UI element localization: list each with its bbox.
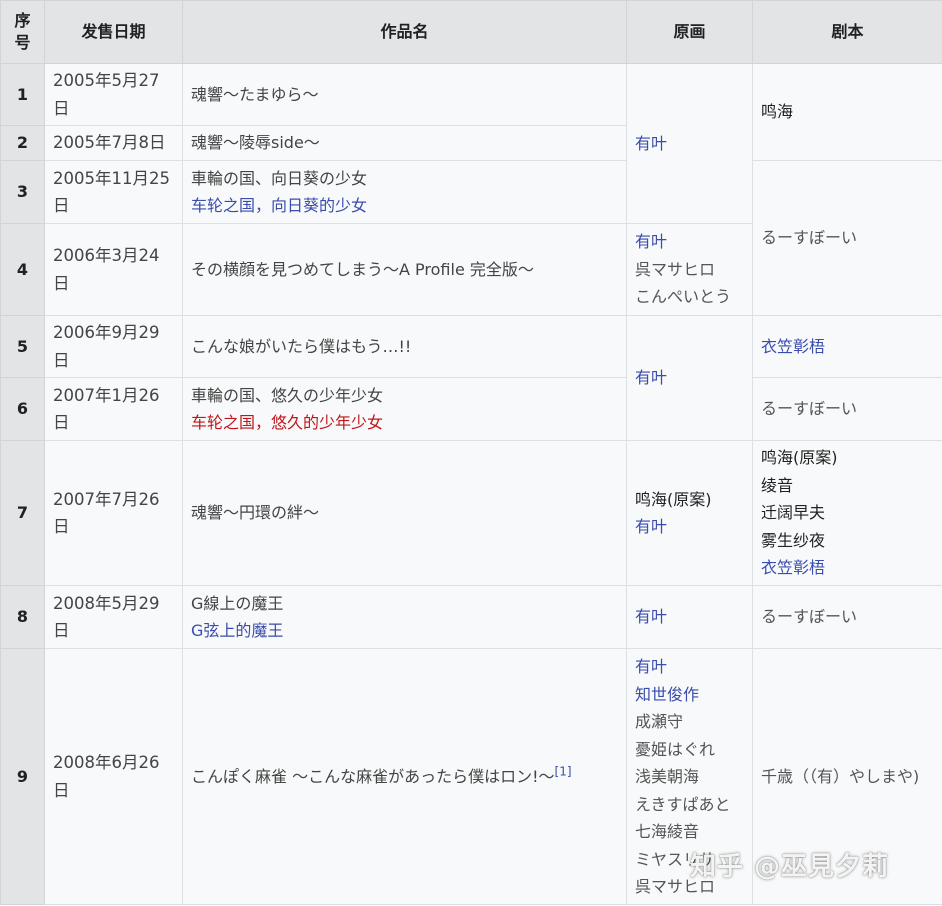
art-name: 浅美朝海 <box>635 767 700 786</box>
script-cell: 鸣海 <box>752 63 942 161</box>
work-title: その横顔を見つめてしまう～A Profile 完全版～ <box>182 223 627 316</box>
script-name: 千歳（（有）やしまや) <box>761 766 920 786</box>
row-index: 8 <box>0 585 45 649</box>
art-cell: 有叶 呉マサヒロ こんぺいとう <box>626 223 753 316</box>
work-title: こんな娘がいたら僕はもう…!! <box>182 315 627 378</box>
work-title: 魂響～円環の絆～ <box>182 440 627 586</box>
script-name: 鸣海 <box>761 102 794 122</box>
art-link[interactable]: 有叶 <box>635 228 744 256</box>
art-name: 呉マサヒロ <box>635 259 716 279</box>
art-link[interactable]: 有叶 <box>635 603 744 631</box>
work-title-cell: 車輪の国、悠久の少年少女 车轮之国，悠久的少年少女 <box>182 377 627 441</box>
work-title: 魂響～たまゆら～ <box>182 63 627 126</box>
watermark: 知乎 @巫見夕莉 <box>690 852 890 882</box>
table-row: 5 2006年9月29日 こんな娘がいたら僕はもう…!! 有叶 衣笠彰梧 <box>0 315 942 441</box>
release-date: 2007年7月26日 <box>44 440 183 586</box>
header-date[interactable]: 发售日期 <box>44 0 183 64</box>
art-name: 憂姫はぐれ <box>635 739 716 759</box>
art-link[interactable]: 知世俊作 <box>635 681 744 709</box>
script-name: 雾生纱夜 <box>761 530 826 550</box>
row-index: 1 <box>0 63 45 126</box>
work-title: 車輪の国、向日葵の少女 <box>191 168 368 188</box>
release-date: 2005年11月25日 <box>44 160 183 224</box>
header-script[interactable]: 剧本 <box>752 0 942 64</box>
header-art[interactable]: 原画 <box>626 0 753 64</box>
work-title-cn-link[interactable]: G弦上的魔王 <box>191 617 618 645</box>
art-cell: 鸣海(原案) 有叶 <box>626 440 753 586</box>
work-title: G線上の魔王 <box>191 593 284 613</box>
art-link[interactable]: 有叶 <box>635 653 744 681</box>
script-name: るーすぼーい <box>761 607 858 627</box>
header-index-line2: 号 <box>14 33 31 52</box>
row-index: 3 <box>0 160 45 224</box>
table-row: 6 2007年1月26日 車輪の国、悠久の少年少女 车轮之国，悠久的少年少女 る… <box>0 377 942 441</box>
art-cell: 有叶 <box>626 315 753 441</box>
script-cell: るーすぼーい <box>752 585 942 649</box>
header-title[interactable]: 作品名 <box>182 0 627 64</box>
release-date: 2005年7月8日 <box>44 125 183 161</box>
art-name: えきすぱあと <box>635 794 731 814</box>
table-row: 1 2005年5月27日 魂響～たまゆら～ 有叶 鸣海 <box>0 63 942 224</box>
script-cell: 衣笠彰梧 <box>752 315 942 378</box>
row-index: 2 <box>0 125 45 161</box>
release-date: 2006年3月24日 <box>44 223 183 316</box>
row-index: 5 <box>0 315 45 378</box>
work-title-cn-link[interactable]: 车轮之国，悠久的少年少女 <box>191 409 618 437</box>
art-link[interactable]: 有叶 <box>635 130 744 158</box>
art-name: 七海綾音 <box>635 822 700 841</box>
script-name: 鸣海(原案) <box>761 448 838 468</box>
script-name: るーすぼーい <box>761 399 858 419</box>
script-link[interactable]: 衣笠彰梧 <box>761 554 934 582</box>
script-name: るーすぼーい <box>761 228 858 248</box>
work-title: こんぽく麻雀 ～こんな麻雀があったら僕はロン!～ <box>191 766 555 786</box>
work-title-cell: 車輪の国、向日葵の少女 车轮之国，向日葵的少女 <box>182 160 627 224</box>
release-date: 2006年9月29日 <box>44 315 183 378</box>
script-name: 迁阔早夫 <box>761 503 826 523</box>
header-row: 序 号 发售日期 作品名 原画 剧本 <box>0 0 942 64</box>
work-title-cell: こんぽく麻雀 ～こんな麻雀があったら僕はロン!～[1] <box>182 648 627 905</box>
script-name: 绫音 <box>761 475 794 495</box>
art-cell: 有叶 <box>626 63 753 224</box>
header-index-line1: 序 <box>14 11 31 30</box>
release-date: 2008年6月26日 <box>44 648 183 905</box>
release-date: 2008年5月29日 <box>44 585 183 649</box>
art-name: 成瀬守 <box>635 712 684 731</box>
citation-link[interactable]: [1] <box>555 764 572 778</box>
art-name: 鸣海(原案) <box>635 489 712 509</box>
row-index: 4 <box>0 223 45 316</box>
art-cell: 有叶 <box>626 585 753 649</box>
script-cell: るーすぼーい <box>752 160 942 316</box>
script-link[interactable]: 衣笠彰梧 <box>761 333 934 361</box>
art-name: こんぺいとう <box>635 287 732 307</box>
works-table: 序 号 发售日期 作品名 原画 剧本 1 2005年5月27日 魂響～たまゆら～… <box>0 0 942 905</box>
art-link[interactable]: 有叶 <box>635 513 744 541</box>
row-index: 7 <box>0 440 45 586</box>
work-title-cell: G線上の魔王 G弦上的魔王 <box>182 585 627 649</box>
work-title-cn-link[interactable]: 车轮之国，向日葵的少女 <box>191 192 618 220</box>
release-date: 2007年1月26日 <box>44 377 183 441</box>
work-title: 車輪の国、悠久の少年少女 <box>191 385 384 405</box>
row-index: 9 <box>0 648 45 905</box>
table-row: 8 2008年5月29日 G線上の魔王 G弦上的魔王 有叶 るーすぼーい <box>0 585 942 649</box>
header-index[interactable]: 序 号 <box>0 0 45 64</box>
table-row: 3 2005年11月25日 車輪の国、向日葵の少女 车轮之国，向日葵的少女 るー… <box>0 160 942 316</box>
row-index: 6 <box>0 377 45 441</box>
release-date: 2005年5月27日 <box>44 63 183 126</box>
script-cell: 鸣海(原案) 绫音 迁阔早夫 雾生纱夜 衣笠彰梧 <box>752 440 942 586</box>
art-link[interactable]: 有叶 <box>635 364 744 392</box>
script-cell: るーすぼーい <box>752 377 942 441</box>
table-row: 7 2007年7月26日 魂響～円環の絆～ 鸣海(原案) 有叶 鸣海(原案) 绫… <box>0 440 942 586</box>
work-title: 魂響～陵辱side～ <box>182 125 627 161</box>
